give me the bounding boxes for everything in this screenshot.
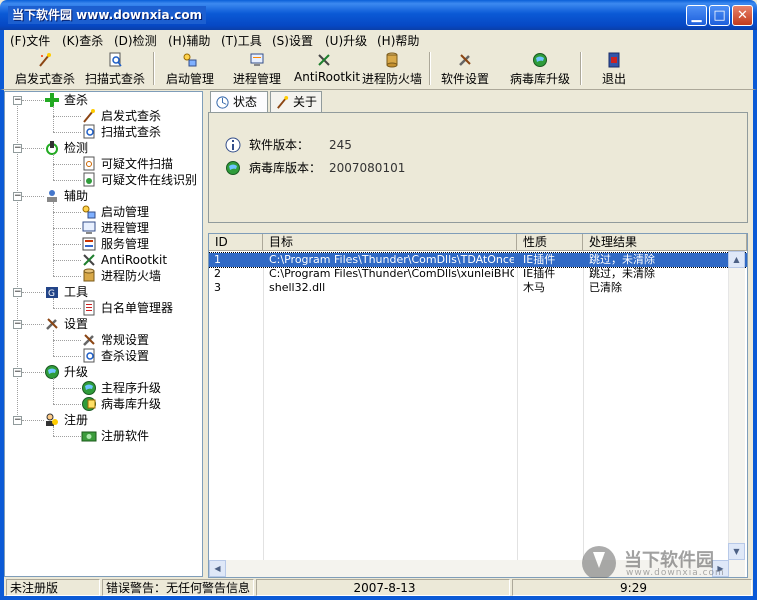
info-icon	[225, 137, 241, 153]
status-panel: 软件版本： 245 病毒库版本： 2007080101	[208, 112, 748, 223]
globe-icon	[226, 161, 240, 175]
firewall-icon	[83, 268, 95, 282]
antirootkit-button[interactable]: AntiRootkit	[294, 51, 360, 87]
software-settings-button[interactable]: 软件设置	[437, 51, 493, 87]
user-icon	[46, 413, 58, 426]
globe-icon	[533, 53, 547, 67]
close-button[interactable]: ✕	[732, 5, 753, 26]
whitelist-icon	[83, 300, 95, 316]
minimize-button[interactable]: ▁	[686, 5, 707, 26]
title-bar[interactable]: 当下软件园 www.downxia.com ▁ □ ✕	[0, 0, 757, 30]
column-header-target[interactable]: 目标	[263, 234, 517, 251]
collapse-toggle[interactable]: −	[13, 144, 22, 153]
db-upgrade-icon	[82, 397, 96, 411]
startup-icon	[183, 53, 197, 67]
site-watermark: 当下软件园 www.downxia.com	[582, 546, 742, 582]
process-icon	[82, 221, 96, 234]
process-firewall-button[interactable]: 进程防火墙	[359, 51, 425, 87]
collapse-toggle[interactable]: −	[13, 192, 22, 201]
download-arrow-icon	[582, 546, 616, 580]
collapse-toggle[interactable]: −	[13, 96, 22, 105]
menu-file[interactable]: (F)文件	[10, 32, 50, 49]
maximize-button[interactable]: □	[709, 5, 730, 26]
collapse-toggle[interactable]: −	[13, 416, 22, 425]
file-search-icon	[83, 156, 95, 171]
column-header-id[interactable]: ID	[209, 234, 263, 251]
startup-icon	[82, 205, 96, 219]
menu-detect[interactable]: (D)检测	[114, 32, 157, 49]
column-header-type[interactable]: 性质	[517, 234, 583, 251]
tools-icon	[83, 334, 95, 346]
tab-strip: 状态 关于	[208, 91, 748, 114]
globe-icon	[45, 365, 59, 379]
status-time: 9:29	[512, 579, 752, 596]
status-bar: 未注册版 错误警告：无任何警告信息 2007-8-13 9:29	[0, 578, 757, 600]
toolbar: 启发式查杀 扫描式查杀 启动管理 进程管理 AntiRootkit 进程防火墙 …	[0, 49, 757, 90]
firewall-icon	[386, 52, 398, 68]
magic-wand-icon	[277, 95, 289, 109]
status-icon	[216, 96, 229, 109]
results-table[interactable]: ID 目标 性质 处理结果 1 C:\Program Files\Thunder…	[208, 233, 748, 578]
magic-wand-icon	[39, 53, 51, 67]
scan-icon	[83, 124, 95, 139]
file-online-icon	[83, 172, 95, 187]
scan-kill-button[interactable]: 扫描式查杀	[82, 51, 148, 87]
plus-icon	[45, 93, 59, 107]
scroll-up-button[interactable]: ▲	[728, 251, 745, 268]
menu-bar: (F)文件 (K)查杀 (D)检测 (H)辅助 (T)工具 (S)设置 (U)升…	[0, 30, 757, 49]
antirootkit-icon	[318, 54, 330, 66]
scan-icon	[109, 52, 122, 67]
process-icon	[250, 53, 264, 66]
window-title: 当下软件园 www.downxia.com	[8, 6, 207, 24]
tools-icon	[459, 54, 471, 66]
process-manager-button[interactable]: 进程管理	[229, 51, 285, 87]
heuristic-scan-button[interactable]: 启发式查杀	[12, 51, 78, 87]
tab-status[interactable]: 状态	[210, 91, 268, 114]
status-date: 2007-8-13	[256, 579, 510, 596]
exit-button[interactable]: 退出	[594, 51, 634, 87]
menu-help[interactable]: (H)帮助	[377, 32, 419, 49]
globe-icon	[82, 381, 96, 395]
scroll-left-button[interactable]: ◀	[209, 560, 226, 577]
table-row[interactable]: 1 C:\Program Files\Thunder\ComDlls\TDAtO…	[209, 252, 747, 268]
warning-message: 错误警告：无任何警告信息	[102, 579, 254, 596]
virus-db-upgrade-button[interactable]: 病毒库升级	[507, 51, 573, 87]
startup-manager-button[interactable]: 启动管理	[161, 51, 219, 87]
detect-icon	[46, 141, 58, 155]
menu-tools[interactable]: (T)工具	[221, 32, 262, 49]
menu-settings[interactable]: (S)设置	[272, 32, 313, 49]
collapse-toggle[interactable]: −	[13, 320, 22, 329]
service-icon	[82, 237, 96, 251]
assist-icon	[47, 190, 57, 202]
antirootkit-icon	[83, 254, 95, 266]
tab-about[interactable]: 关于	[270, 91, 322, 113]
collapse-toggle[interactable]: −	[13, 368, 22, 377]
collapse-toggle[interactable]: −	[13, 288, 22, 297]
magic-wand-icon	[83, 109, 95, 123]
vertical-scrollbar[interactable]: ▲ ▼	[728, 251, 745, 577]
navigation-tree[interactable]: − 查杀 启发式查杀 扫描式查杀 − 检测 可疑文件扫描 可疑文件在线识别 − …	[4, 91, 203, 577]
column-header-result[interactable]: 处理结果	[583, 234, 747, 251]
registration-status: 未注册版	[6, 579, 100, 596]
scan-settings-icon	[83, 348, 95, 363]
table-header: ID 目标 性质 处理结果	[209, 234, 747, 251]
exit-icon	[608, 52, 620, 68]
tools-icon	[46, 318, 58, 330]
menu-scan[interactable]: (K)查杀	[62, 32, 103, 49]
table-row[interactable]: 3 shell32.dll 木马 已清除	[209, 281, 747, 295]
menu-upgrade[interactable]: (U)升级	[325, 32, 367, 49]
menu-assist[interactable]: (H)辅助	[168, 32, 210, 49]
table-row[interactable]: 2 C:\Program Files\Thunder\ComDlls\xunle…	[209, 267, 747, 281]
tools-group-icon: G	[46, 287, 58, 299]
register-icon	[81, 431, 97, 442]
